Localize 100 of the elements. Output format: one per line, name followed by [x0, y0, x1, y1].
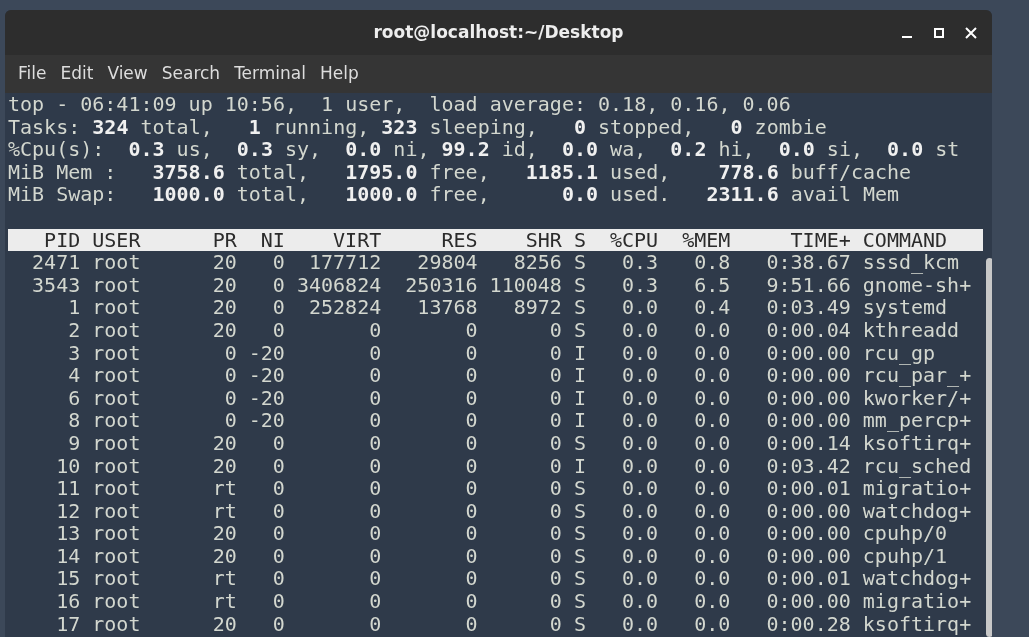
- table-cell-text: 0.0: [693, 477, 731, 500]
- menu-item[interactable]: Help: [313, 59, 365, 89]
- menu-item[interactable]: Terminal: [228, 59, 312, 89]
- table-cell-text: 0: [368, 454, 382, 478]
- column-header: RES: [440, 228, 478, 252]
- table-cell-text: 0: [548, 590, 562, 613]
- table-cell-text: root: [91, 522, 142, 545]
- table-cell-text: 0: [271, 318, 285, 342]
- table-cell-text: kthreadd: [861, 318, 961, 342]
- table-cell-text: 2: [67, 318, 81, 342]
- table-cell-text: 0.0: [693, 318, 731, 342]
- table-cell-text: root: [91, 544, 142, 568]
- table-cell-text: 0.0: [693, 431, 731, 455]
- table-cell-text: 0: [464, 431, 478, 455]
- table-cell-text: 0:03.42: [765, 454, 851, 478]
- table-cell-text: 0: [223, 341, 237, 365]
- table-cell-text: root: [91, 409, 142, 432]
- table-cell-text: 8256: [512, 251, 562, 274]
- table-cell-text: 8972: [512, 296, 562, 319]
- table-cell-text: rcu_sched: [861, 454, 973, 478]
- table-cell-text: 0.0: [621, 522, 659, 545]
- table-cell-text: 0:00.00: [765, 499, 851, 523]
- table-cell-text: 0: [548, 522, 562, 545]
- table-cell-text: 0: [548, 341, 562, 365]
- table-cell-text: 0: [548, 386, 562, 410]
- table-cell-text: 0.0: [621, 386, 659, 410]
- table-cell-text: 17: [55, 612, 81, 636]
- scrollbar-thumb[interactable]: [986, 258, 992, 637]
- table-cell-text: 0.0: [621, 296, 659, 319]
- menu-item[interactable]: View: [101, 59, 154, 89]
- table-cell-text: 0.0: [621, 318, 659, 342]
- table-cell-text: 3: [67, 341, 81, 365]
- table-cell-text: 0: [271, 477, 285, 500]
- table-cell-text: 0.0: [693, 590, 731, 613]
- table-cell-text: 0:00.04: [765, 318, 851, 342]
- column-header: PR: [211, 228, 237, 252]
- table-cell-text: kworker/+: [861, 386, 973, 410]
- table-cell-text: 0:00.00: [765, 590, 851, 613]
- table-cell-text: I: [572, 454, 586, 478]
- table-cell-text: 252824: [308, 296, 382, 319]
- table-cell-text: S: [572, 590, 586, 613]
- table-cell-text: 0: [464, 341, 478, 365]
- table-cell-text: 0.0: [693, 386, 731, 410]
- table-cell-text: 0: [464, 318, 478, 342]
- table-cell-text: 14: [55, 544, 81, 568]
- table-cell-text: 20: [211, 431, 237, 455]
- table-cell-text: root: [91, 477, 142, 500]
- table-cell-text: 0.3: [621, 251, 659, 274]
- maximize-icon: [932, 25, 946, 40]
- table-cell-text: 0: [548, 431, 562, 455]
- table-cell-text: 0: [271, 590, 285, 613]
- menu-item[interactable]: Search: [155, 59, 227, 89]
- table-cell-text: 20: [211, 296, 237, 319]
- table-cell-text: 0: [223, 364, 237, 387]
- table-cell-text: 0.0: [621, 612, 659, 636]
- table-cell-text: root: [91, 341, 142, 365]
- table-cell-text: 2471: [31, 251, 81, 274]
- menu-item[interactable]: File: [12, 59, 53, 89]
- table-cell-text: 20: [211, 454, 237, 478]
- table-cell-text: S: [572, 296, 586, 319]
- table-cell-text: ksoftirq+: [861, 431, 973, 455]
- table-cell-text: S: [572, 431, 586, 455]
- table-cell-text: 0:00.00: [765, 522, 851, 545]
- table-cell-text: 0: [271, 273, 285, 297]
- table-cell-text: 20: [211, 318, 237, 342]
- table-cell-text: 0: [548, 544, 562, 568]
- menu-item[interactable]: Edit: [54, 59, 100, 89]
- table-cell-text: I: [572, 341, 586, 365]
- table-cell-text: 3406824: [295, 273, 382, 297]
- table-cell-text: 0: [464, 567, 478, 591]
- table-cell-text: 0: [368, 431, 382, 455]
- table-cell-text: 0: [464, 522, 478, 545]
- table-cell-text: root: [91, 364, 142, 387]
- table-cell-text: 0: [464, 499, 478, 523]
- table-cell-text: root: [91, 251, 142, 274]
- table-cell-text: 250316: [404, 273, 478, 297]
- table-cell-text: 0.0: [693, 567, 731, 591]
- table-cell-text: 0:00.28: [765, 612, 851, 636]
- table-cell-text: 8: [67, 409, 81, 432]
- table-cell-text: 0: [271, 431, 285, 455]
- table-cell-text: 6: [67, 386, 81, 410]
- table-cell-text: 177712: [308, 251, 382, 274]
- column-header: VIRT: [332, 228, 382, 252]
- table-cell-text: 110048: [488, 273, 562, 297]
- table-cell-text: watchdog+: [861, 567, 973, 591]
- table-cell-text: 0: [464, 409, 478, 432]
- table-cell-text: 0: [271, 251, 285, 274]
- table-cell-text: 0: [548, 454, 562, 478]
- table-cell-text: 0: [548, 364, 562, 387]
- table-cell-text: 0.0: [621, 364, 659, 387]
- table-cell-text: S: [572, 567, 586, 591]
- table-cell-text: 0:00.00: [765, 409, 851, 432]
- table-cell-text: 0.0: [621, 341, 659, 365]
- table-cell-text: sssd_kcm: [861, 251, 961, 274]
- table-cell-text: 0: [368, 522, 382, 545]
- table-cell-text: S: [572, 544, 586, 568]
- table-cell-text: cpuhp/1: [861, 544, 949, 568]
- table-cell-text: root: [91, 454, 142, 478]
- table-cell-text: 0.0: [693, 612, 731, 636]
- table-cell-text: 0: [368, 341, 382, 365]
